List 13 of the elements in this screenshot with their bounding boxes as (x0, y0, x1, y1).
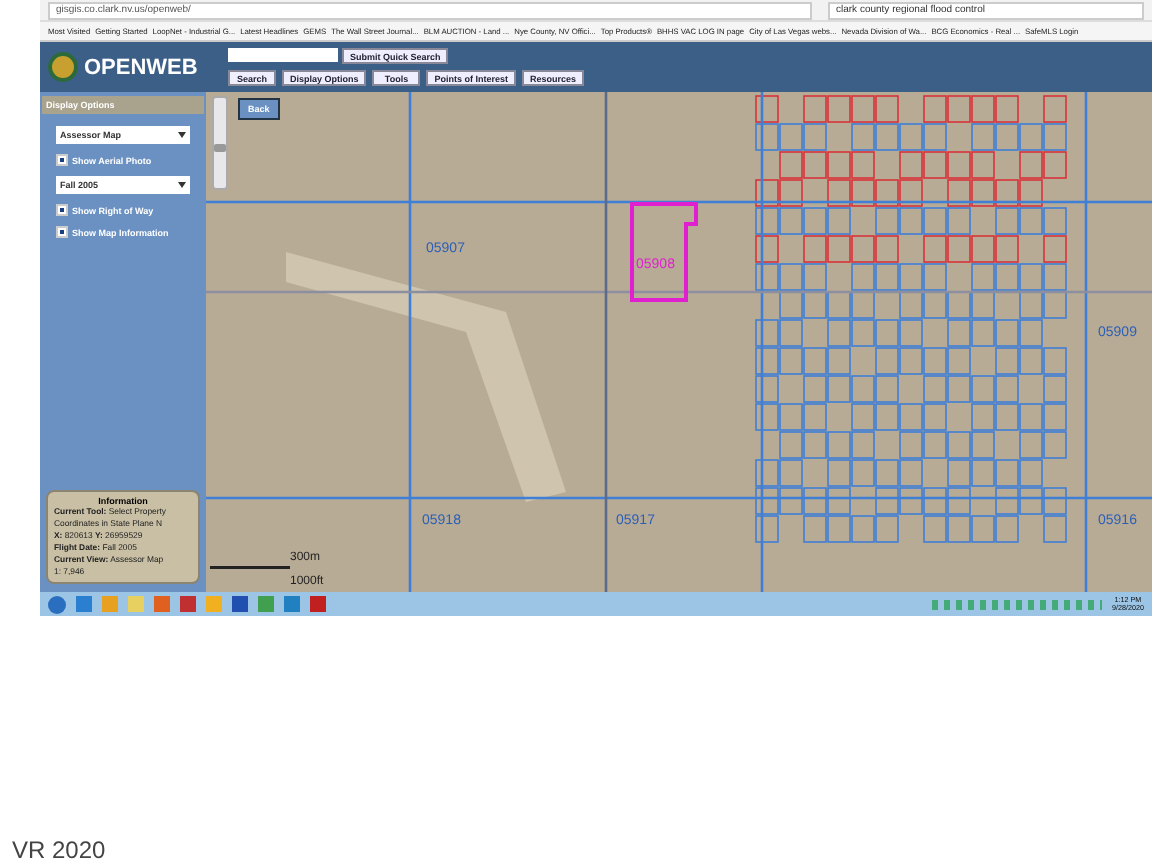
caret-icon (178, 132, 186, 138)
checkbox[interactable] (56, 226, 68, 238)
logo-icon (48, 52, 78, 82)
zoom-slider-thumb[interactable] (214, 143, 226, 151)
caret-icon (178, 182, 186, 188)
logo-text: OPENWEB (84, 55, 198, 79)
quick-search-field[interactable] (228, 48, 338, 62)
checkbox[interactable] (56, 154, 68, 166)
selected-parcel-outline[interactable] (630, 202, 698, 302)
scale-bar (210, 566, 290, 569)
caption-text: VR 2020 (12, 836, 106, 864)
start-button[interactable] (48, 595, 66, 613)
checkbox[interactable] (56, 204, 68, 216)
